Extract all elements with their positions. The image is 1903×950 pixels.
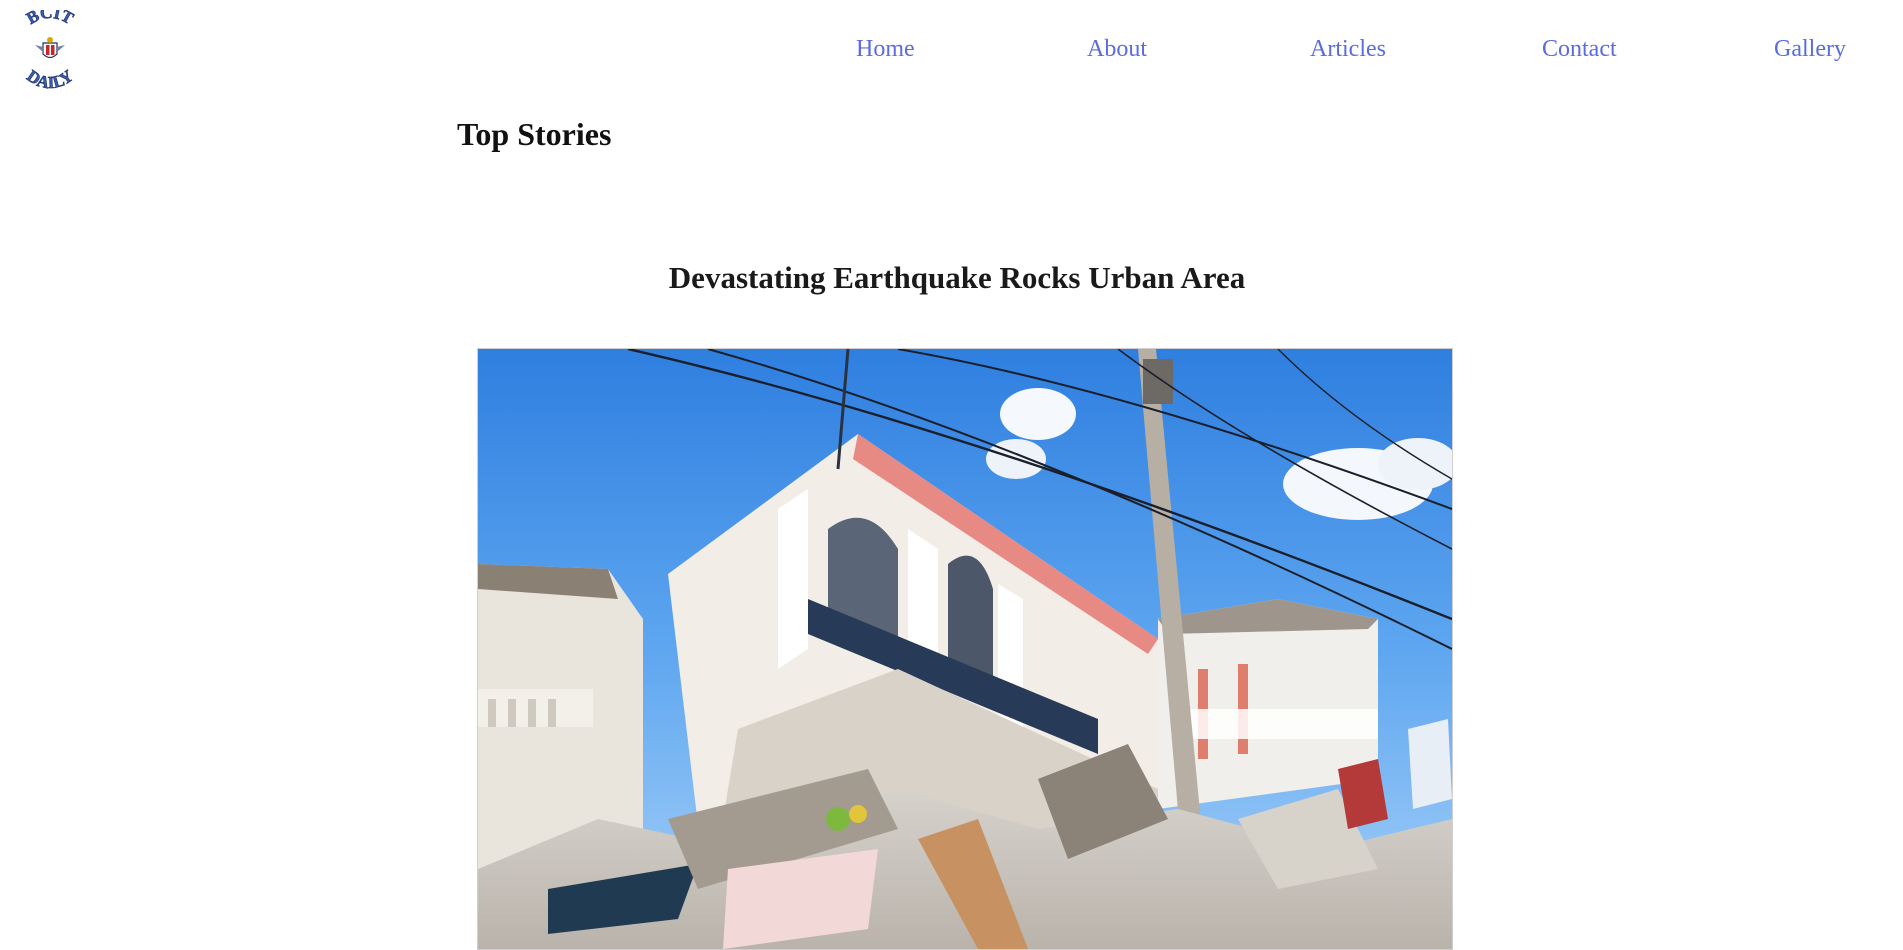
- top-stories-heading: Top Stories: [457, 116, 612, 152]
- svg-text:DAILY: DAILY: [23, 66, 76, 90]
- article-image[interactable]: [477, 348, 1453, 950]
- nav-home-link[interactable]: Home: [856, 34, 915, 64]
- nav-articles-link[interactable]: Articles: [1310, 34, 1386, 64]
- earthquake-photo-icon: [478, 349, 1452, 949]
- svg-text:BCIT: BCIT: [23, 10, 77, 28]
- main-nav: Home About Articles Contact Gallery: [0, 34, 1903, 64]
- nav-about-link[interactable]: About: [1087, 34, 1147, 64]
- site-header: BCIT DAILY Home About Articles Contact G…: [0, 0, 1903, 100]
- article-title[interactable]: Devastating Earthquake Rocks Urban Area: [457, 260, 1457, 296]
- nav-contact-link[interactable]: Contact: [1542, 34, 1617, 64]
- nav-gallery-link[interactable]: Gallery: [1774, 34, 1846, 64]
